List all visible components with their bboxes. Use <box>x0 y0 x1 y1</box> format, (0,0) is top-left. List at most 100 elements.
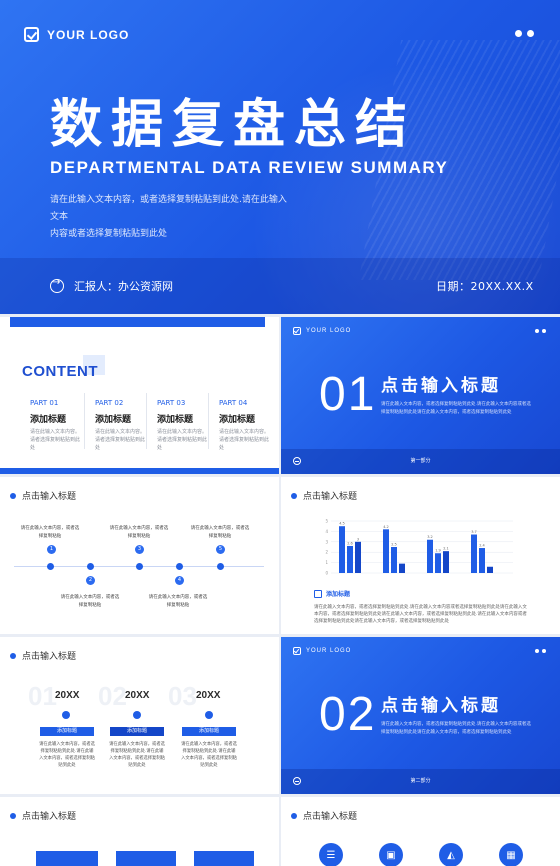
bar <box>427 539 433 573</box>
slide-heading: 点击输入标题 <box>10 809 76 822</box>
slide-heading: 点击输入标题 <box>10 489 76 502</box>
bar <box>383 529 389 573</box>
heading-text: 点击输入标题 <box>303 812 358 822</box>
hero-description: 请在此输入文本内容，或者选择复制粘贴到此处.请在此输入文本 内容或者选择复制粘贴… <box>50 192 290 243</box>
y-tick-label: 5 <box>325 519 328 524</box>
bar-value-label: 2.4 <box>479 544 485 548</box>
arrow-right-icon <box>50 277 64 293</box>
bar <box>391 547 397 573</box>
part-title: 添加标题 <box>30 415 67 425</box>
slide-8-thumb[interactable]: 点击输入标题 ☰ ▣ ◭ ▦ <box>281 797 560 866</box>
logo-check-icon <box>293 647 301 655</box>
part-title: 添加标题 <box>219 415 256 425</box>
timeline-text: 请在此输入文本内容，或者选择复制粘贴 <box>148 595 208 608</box>
logo: YOUR LOGO <box>24 27 129 42</box>
step-dot <box>133 711 141 719</box>
y-tick-label: 2 <box>325 550 328 555</box>
step-bg-number: 03 <box>168 681 197 711</box>
bar <box>347 545 353 573</box>
chart-desc: 请在此输入文本内容，或者选择复制粘贴到此处.请在此输入文本内容或者选择复制粘贴到… <box>314 605 527 624</box>
part-desc: 请在此输入文本内容。请者选择复制粘贴到此处 <box>219 429 270 451</box>
part-desc: 请在此输入文本内容。请者选择复制粘贴到此处 <box>157 429 208 451</box>
part-title: 添加标题 <box>95 415 132 425</box>
parts-list: PART 01 添加标题 请在此输入文本内容。请者选择复制粘贴到此处 PART … <box>22 393 270 451</box>
logo-text: YOUR LOGO <box>306 328 352 334</box>
chart-slide-thumb[interactable]: 点击输入标题 0 1 2 3 4 5 4.5 2.6 3 4.2 2.5 3.2 1.9 2.1 3.7 2.… <box>281 477 560 634</box>
content-block <box>194 851 254 866</box>
slide-7-thumb[interactable]: 点击输入标题 <box>0 797 279 866</box>
bullet-dot-icon <box>291 812 297 819</box>
bar <box>339 526 345 573</box>
section-number: 01 <box>319 368 377 421</box>
timeline-node <box>136 563 143 570</box>
content-block <box>36 851 98 866</box>
step-title-button[interactable]: 添加标题 <box>40 727 94 736</box>
steps-slide-thumb[interactable]: 点击输入标题 01 20XX 添加标题 请在此输入文本内容，或者选择复制粘贴到此… <box>0 637 279 794</box>
timeline-text: 请在此输入文本内容，或者选择复制粘贴 <box>190 526 250 539</box>
part-number: PART 01 <box>30 399 59 407</box>
bottom-bar <box>0 468 279 474</box>
top-bar <box>10 317 265 327</box>
bar-value-label: 4.2 <box>383 525 389 529</box>
page-title: 数据复盘总结 <box>50 95 417 155</box>
part-label: 第一部分 <box>410 458 431 464</box>
timeline-node <box>217 563 224 570</box>
timeline-node <box>47 563 54 570</box>
step-title-button[interactable]: 添加标题 <box>182 727 236 736</box>
server-icon: ☰ <box>319 843 343 866</box>
section-title: 点击输入标题 <box>381 696 501 716</box>
part-item: PART 04 添加标题 请在此输入文本内容。请者选择复制粘贴到此处 <box>208 393 270 451</box>
section-number: 02 <box>319 688 377 741</box>
step-text: 请在此输入文本内容，或者选择复制粘贴到此处.请在此输入文本内容，或者选择复制粘贴… <box>39 742 95 768</box>
bar-value-label: 3.2 <box>427 535 433 539</box>
bar <box>487 566 493 573</box>
bar-value-label: 1.9 <box>435 549 441 553</box>
timeline-number: 3 <box>135 545 144 554</box>
section-desc: 请在此输入文本内容，或者选择复制粘贴到此处.请在此输入文本内容或者选择复制粘贴到… <box>381 402 531 415</box>
timeline-number: 2 <box>86 576 95 585</box>
heading-text: 点击输入标题 <box>22 492 77 502</box>
part-title: 添加标题 <box>157 415 194 425</box>
part-desc: 请在此输入文本内容。请者选择复制粘贴到此处 <box>95 429 146 451</box>
more-dots-icon[interactable] <box>535 329 546 333</box>
timeline-node <box>87 563 94 570</box>
logo-text: YOUR LOGO <box>47 27 130 42</box>
y-tick-label: 4 <box>325 529 328 534</box>
step-bg-number: 01 <box>28 681 57 711</box>
content-slide-thumb[interactable]: CONTENT PART 01 添加标题 请在此输入文本内容。请者选择复制粘贴到… <box>0 317 279 474</box>
more-dots-icon[interactable] <box>515 30 534 37</box>
tag-icon <box>314 589 322 598</box>
part-item: PART 02 添加标题 请在此输入文本内容。请者选择复制粘贴到此处 <box>84 393 146 451</box>
timeline-slide-thumb[interactable]: 点击输入标题 请在此输入文本内容，或者选择复制粘贴 1 请在此输入文本内容，或者… <box>0 477 279 634</box>
calendar-icon: ▦ <box>499 843 523 866</box>
bar-value-label: 2.1 <box>443 547 449 551</box>
section-title: 点击输入标题 <box>381 376 501 396</box>
bar <box>399 563 405 573</box>
step-year: 20XX <box>125 690 150 701</box>
part-number: PART 03 <box>157 399 186 407</box>
bar-chart: 0 1 2 3 4 5 4.5 2.6 3 4.2 2.5 3.2 1.92.1 3.7 2.4 <box>325 519 513 576</box>
bullet-dot-icon <box>10 652 16 659</box>
hero-slide[interactable]: YOUR LOGO 数据复盘总结 DEPARTMENTAL DATA REVIE… <box>0 0 560 314</box>
bar-value-label: 3 <box>357 537 359 541</box>
heading-text: 点击输入标题 <box>303 492 358 502</box>
part-number: PART 04 <box>219 399 248 407</box>
bar <box>471 534 477 573</box>
section-01-slide-thumb[interactable]: YOUR LOGO 01 点击输入标题 请在此输入文本内容，或者选择复制粘贴到此… <box>281 317 560 474</box>
step-title-button[interactable]: 添加标题 <box>110 727 164 736</box>
bar-value-label: 2.5 <box>391 543 397 547</box>
tag-text: 添加标题 <box>326 591 351 598</box>
part-desc: 请在此输入文本内容。请者选择复制粘贴到此处 <box>30 429 81 451</box>
slide-heading: 点击输入标题 <box>291 809 357 822</box>
logo: YOUR LOGO <box>293 327 351 335</box>
section-02-slide-thumb[interactable]: YOUR LOGO 02 点击输入标题 请在此输入文本内容，或者选择复制粘贴到此… <box>281 637 560 794</box>
bar <box>479 548 485 573</box>
step-dot <box>205 711 213 719</box>
bar <box>435 553 441 573</box>
more-dots-icon[interactable] <box>535 649 546 653</box>
bar <box>443 551 449 573</box>
page-subtitle: DEPARTMENTAL DATA REVIEW SUMMARY <box>50 158 449 177</box>
step-year: 20XX <box>55 690 80 701</box>
date-text: 日期：20XX.XX.X <box>436 280 534 293</box>
reporter-text: 汇报人：办公资源网 <box>74 280 173 293</box>
